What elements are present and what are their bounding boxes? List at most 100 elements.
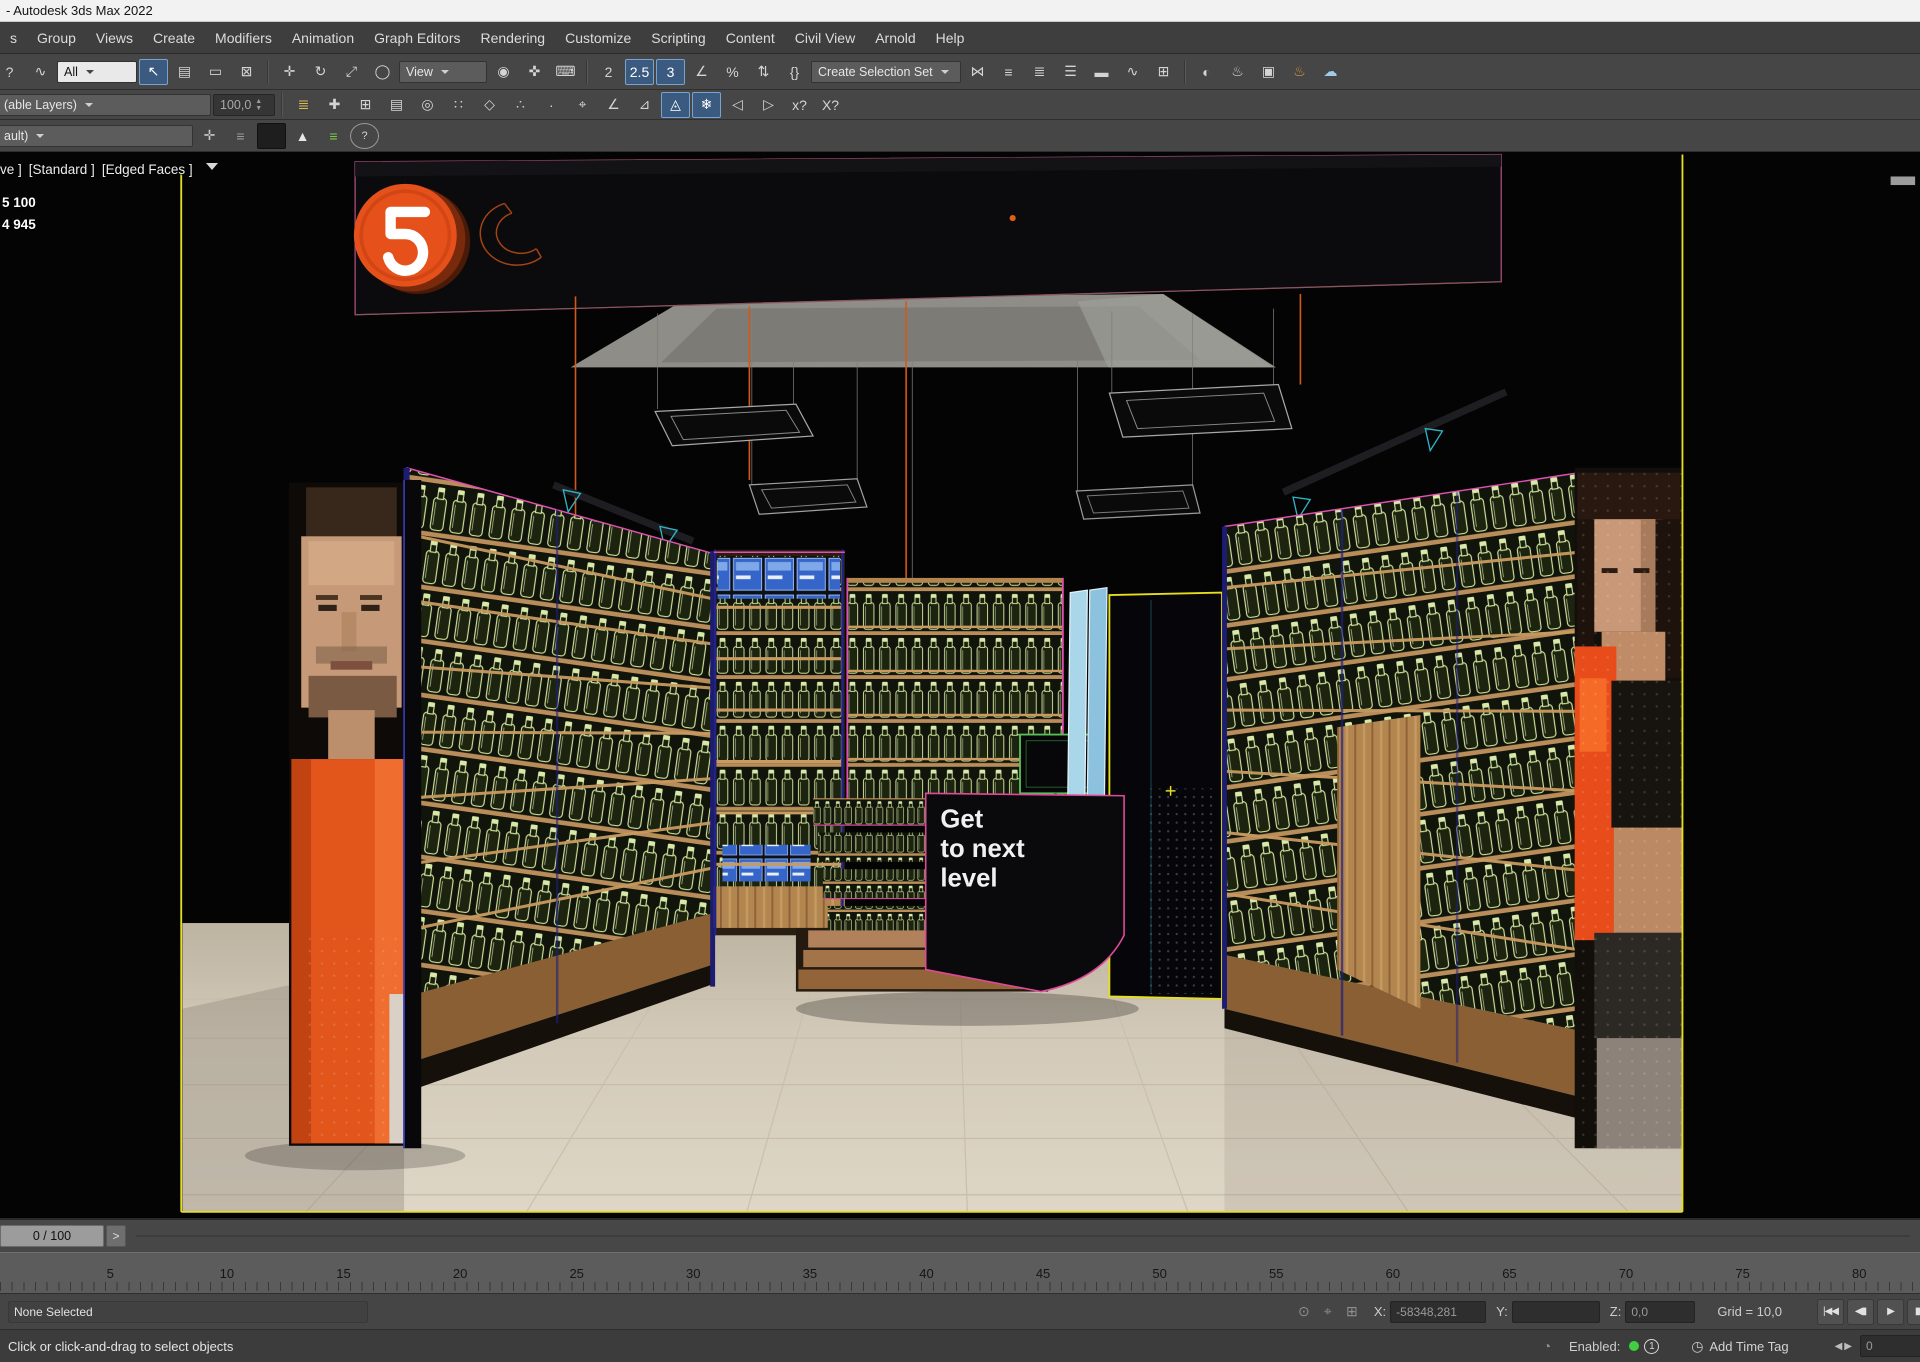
play-animation-button[interactable]: ▶ [1877,1299,1904,1325]
mirror-icon[interactable]: ⋈ [963,59,992,85]
spinner-arrows-icon[interactable]: ▲▼ [255,98,262,112]
menu-help[interactable]: Help [926,30,975,46]
enabled-status-icon[interactable] [1629,1341,1639,1351]
viewport-shading-label[interactable]: [Standard ] [29,162,95,177]
time-slider-row[interactable]: 0 / 100 > [0,1218,1920,1252]
curve-editor-icon[interactable]: ∿ [1118,59,1147,85]
menu-create[interactable]: Create [143,30,205,46]
selection-filter-dropdown[interactable]: All [57,61,137,83]
polygon-constraint-icon[interactable]: ⊿ [630,92,659,118]
light-cone-icon[interactable]: ▲ [288,123,317,149]
y-coordinate-field[interactable] [1512,1301,1600,1323]
snap-to-face-icon[interactable]: ⌖ [568,92,597,118]
set-current-layer-to-selection-icon[interactable]: ◎ [413,92,442,118]
menu-views[interactable]: Views [86,30,143,46]
snap-to-vertex-icon[interactable]: ∴ [506,92,535,118]
menu-customize[interactable]: Customize [555,30,641,46]
poster-right-woman[interactable] [1575,468,1683,1148]
angle-constraint-icon[interactable]: ∠ [599,92,628,118]
z-coordinate-field[interactable]: 0,0 [1625,1301,1695,1323]
select-objects-in-current-layer-icon[interactable]: ▤ [382,92,411,118]
selection-lock-toggle-icon[interactable]: ⊙ [1292,1301,1316,1323]
toggle-scene-explorer-icon[interactable]: ≣ [1025,59,1054,85]
blue-panel[interactable] [1068,590,1088,801]
render-production-icon[interactable]: ♨ [1285,59,1314,85]
time-slider-handle[interactable]: 0 / 100 [0,1225,104,1247]
scene-list-icon[interactable]: ≡ [319,123,348,149]
manage-layers-icon[interactable]: ≣ [289,92,318,118]
menu-tools-partial[interactable]: s [0,30,27,46]
create-new-layer-icon[interactable]: ✚ [320,92,349,118]
menu-arnold[interactable]: Arnold [865,30,925,46]
menu-animation[interactable]: Animation [282,30,364,46]
poster-left-man[interactable] [289,480,421,1148]
toggle-layer-explorer-icon[interactable]: ☰ [1056,59,1085,85]
select-and-link-icon[interactable]: ∿ [26,59,55,85]
perspective-viewport[interactable]: Get to next level [0,152,1920,1218]
listener-toggle-icon[interactable]: X? [816,92,845,118]
axis-center-toggle-icon[interactable]: ◬ [661,92,690,118]
snap-target-icon[interactable]: ⌖ [1316,1301,1340,1323]
add-selection-to-current-layer-icon[interactable]: ⊞ [351,92,380,118]
snap-to-pivot-icon[interactable]: ◇ [475,92,504,118]
default-container-dropdown[interactable]: ault) [0,125,193,147]
window-crossing-toggle-icon[interactable]: ⊠ [232,59,261,85]
snap-to-edge-icon[interactable]: ∙ [537,92,566,118]
stack-icon[interactable]: ≡ [226,123,255,149]
select-and-rotate-icon[interactable]: ↻ [306,59,335,85]
menu-modifiers[interactable]: Modifiers [205,30,282,46]
keyboard-shortcut-override-icon[interactable]: ⌨ [551,59,580,85]
snaps-toggle-icon[interactable]: 2.5 [625,59,654,85]
color-swatch[interactable] [257,123,286,149]
toggle-ribbon-icon[interactable]: ▬ [1087,59,1116,85]
reference-coordinate-system-dropdown[interactable]: View [399,61,487,83]
value-spinner[interactable]: 100,0 ▲▼ [213,94,275,116]
align-icon[interactable]: ≡ [994,59,1023,85]
select-and-move-icon[interactable]: ✛ [275,59,304,85]
snap-2d-icon[interactable]: 2 [594,59,623,85]
previous-frame-button[interactable]: ◀▮ [1847,1299,1874,1325]
viewport-corner-widget[interactable] [1891,176,1915,185]
menu-content[interactable]: Content [716,30,785,46]
help-pick-icon[interactable]: ? [0,59,24,85]
named-selection-set-dropdown[interactable]: Create Selection Set [811,61,961,83]
menu-group[interactable]: Group [27,30,86,46]
select-by-name-icon[interactable]: ▤ [170,59,199,85]
snap-magnet-icon[interactable]: 3 [656,59,685,85]
schematic-view-icon[interactable]: ⊞ [1149,59,1178,85]
right-shelving[interactable] [1224,473,1579,1119]
menu-scripting[interactable]: Scripting [641,30,715,46]
spinner-snap-toggle-icon[interactable]: ⇅ [749,59,778,85]
rendered-frame-window-icon[interactable]: ▣ [1254,59,1283,85]
percent-snap-toggle-icon[interactable]: % [718,59,747,85]
select-and-manipulate-icon[interactable]: ✜ [520,59,549,85]
viewport-pov-label[interactable]: ve ] [0,162,22,177]
time-tag-arrows-icon[interactable]: ◀▶ [1835,1341,1854,1352]
menu-rendering[interactable]: Rendering [470,30,555,46]
render-in-cloud-icon[interactable]: ☁ [1316,59,1345,85]
ghosting-before-icon[interactable]: ◁ [723,92,752,118]
select-and-uniform-scale-icon[interactable]: ⤢ [337,59,366,85]
snap-to-grid-points-icon[interactable]: ∷ [444,92,473,118]
select-and-place-icon[interactable]: ◯ [368,59,397,85]
next-frame-button[interactable]: ▮▶ [1907,1299,1920,1325]
next-frame-nudge-button[interactable]: > [106,1225,126,1247]
angle-snap-toggle-icon[interactable]: ∠ [687,59,716,85]
adaptive-degradation-icon[interactable]: ◔ [1535,1335,1559,1357]
go-to-start-button[interactable]: |◀◀ [1817,1299,1844,1325]
time-tag-field[interactable]: 0 [1860,1335,1920,1357]
track-bar-ruler[interactable]: 5101520253035404550556065707580 [0,1252,1920,1294]
menu-graph-editors[interactable]: Graph Editors [364,30,470,46]
rectangular-selection-region-icon[interactable]: ▭ [201,59,230,85]
layer-list-dropdown[interactable]: (able Layers) [0,94,211,116]
filter-funnel-icon[interactable] [206,163,218,176]
add-time-tag[interactable]: Add Time Tag [1709,1339,1788,1354]
help-icon[interactable]: ? [350,123,379,149]
time-slider-track[interactable] [136,1235,1910,1237]
track-add-icon[interactable]: ✛ [195,123,224,149]
ghosting-after-icon[interactable]: ▷ [754,92,783,118]
edit-named-selection-sets-icon[interactable]: {} [780,59,809,85]
blue-panel[interactable] [1087,588,1107,799]
use-pivot-point-center-icon[interactable]: ◉ [489,59,518,85]
material-editor-icon[interactable]: ◐ [1192,59,1221,85]
